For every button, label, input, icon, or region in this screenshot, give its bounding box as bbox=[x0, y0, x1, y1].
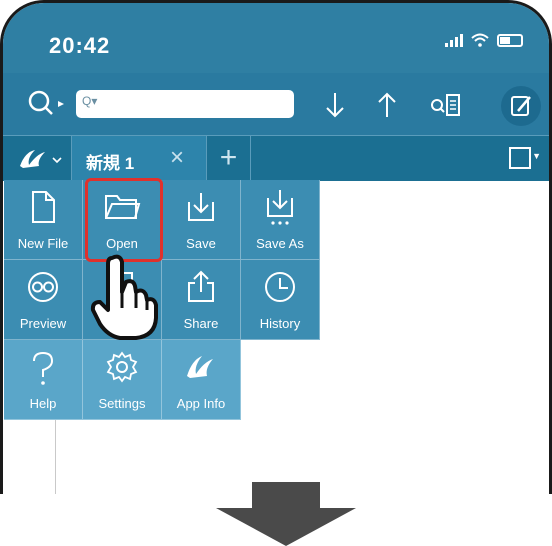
edit-icon[interactable] bbox=[500, 85, 542, 127]
app-info-icon bbox=[187, 356, 213, 378]
arrow-down-icon[interactable] bbox=[323, 91, 347, 119]
search-mini-icon: Q▾ bbox=[82, 94, 98, 108]
app-logo-menu-icon[interactable] bbox=[17, 146, 67, 172]
settings-icon bbox=[106, 351, 138, 383]
menu-item-history[interactable]: History bbox=[241, 260, 320, 340]
share-icon bbox=[188, 270, 214, 302]
signal-icon bbox=[445, 33, 463, 47]
menu-item-label: New File bbox=[17, 236, 69, 251]
toolbar: Q▾ bbox=[3, 73, 549, 135]
new-file-icon bbox=[32, 191, 55, 223]
menu-item-app-info[interactable]: App Info bbox=[162, 340, 241, 420]
search-input[interactable] bbox=[98, 93, 288, 115]
search-icon[interactable] bbox=[27, 89, 67, 119]
status-bar: 20:42 bbox=[3, 3, 549, 73]
history-icon bbox=[265, 272, 295, 302]
arrow-up-icon[interactable] bbox=[375, 91, 399, 119]
search-field[interactable]: Q▾ bbox=[76, 90, 294, 118]
menu-item-label: Preview bbox=[19, 316, 67, 331]
battery-icon bbox=[497, 33, 523, 47]
menu-item-label: History bbox=[259, 316, 301, 331]
help-icon bbox=[33, 351, 54, 385]
menu-item-share[interactable]: Share bbox=[162, 260, 241, 340]
wifi-icon bbox=[471, 33, 489, 47]
find-replace-icon[interactable] bbox=[429, 91, 463, 119]
preview-icon bbox=[28, 272, 58, 302]
add-tab-button[interactable]: + bbox=[207, 136, 251, 182]
menu-item-settings[interactable]: Settings bbox=[83, 340, 162, 420]
menu-item-preview[interactable]: Preview bbox=[4, 260, 83, 340]
menu-item-save-as[interactable]: Save As bbox=[241, 180, 320, 260]
down-arrow-icon bbox=[216, 482, 356, 546]
menu-row-3: Help Settings App Info bbox=[4, 340, 241, 420]
view-mode-icon[interactable] bbox=[509, 147, 531, 169]
menu-item-label: Save As bbox=[256, 236, 304, 251]
status-icons bbox=[445, 33, 523, 47]
save-as-icon bbox=[267, 190, 293, 225]
menu-item-save[interactable]: Save bbox=[162, 180, 241, 260]
menu-item-label: App Info bbox=[176, 396, 226, 411]
status-time: 20:42 bbox=[49, 33, 111, 58]
tab-bar: 新規 1 × + ▼ bbox=[3, 135, 549, 182]
tab-label: 新規 1 bbox=[86, 154, 135, 173]
chevron-down-icon[interactable]: ▼ bbox=[532, 151, 541, 161]
tab-close-icon[interactable]: × bbox=[170, 144, 184, 172]
tab-active[interactable]: 新規 1 × bbox=[71, 136, 207, 182]
menu-item-label: Share bbox=[183, 316, 219, 331]
save-icon bbox=[188, 193, 214, 221]
menu-item-label: Settings bbox=[98, 396, 146, 411]
menu-item-label: Save bbox=[186, 236, 216, 251]
open-highlight-frame bbox=[85, 178, 163, 262]
menu-item-new-file[interactable]: New File bbox=[4, 180, 83, 260]
menu-item-label: Help bbox=[29, 396, 57, 411]
menu-item-help[interactable]: Help bbox=[4, 340, 83, 420]
hand-pointer-icon bbox=[90, 254, 158, 340]
